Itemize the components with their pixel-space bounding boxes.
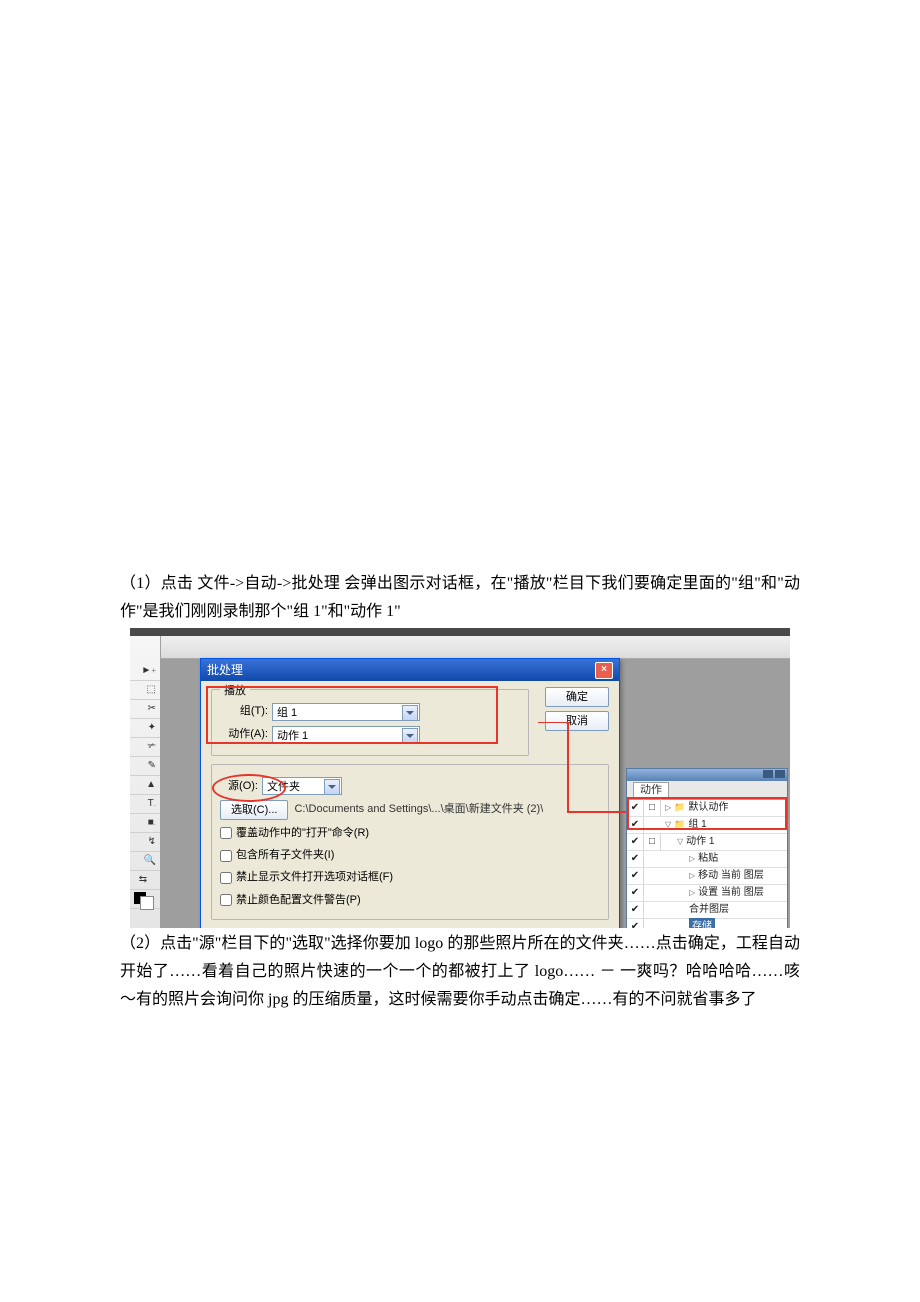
dialog-titlebar: 批处理 × xyxy=(201,659,619,681)
panel-topbar xyxy=(627,769,787,781)
group-select[interactable]: 组 1 xyxy=(272,703,420,721)
suppress-open-checkbox[interactable] xyxy=(220,872,232,884)
wand-tool-icon[interactable]: ✦ xyxy=(130,719,160,738)
zoom-tool-icon[interactable]: 🔍 xyxy=(130,852,160,871)
actions-list: ✔□▷📁默认动作✔▽📁组 1✔□▽动作 1✔▷粘贴✔▷移动 当前 图层✔▷设置 … xyxy=(627,800,787,928)
action-select[interactable]: 动作 1 xyxy=(272,726,420,744)
source-select[interactable]: 文件夹 xyxy=(262,777,342,795)
panel-tab[interactable]: 动作 xyxy=(627,781,787,800)
group-label: 组(T): xyxy=(220,702,268,721)
lasso-tool-icon[interactable]: ✂ xyxy=(130,700,160,719)
action-row[interactable]: ✔合并图层 xyxy=(627,902,787,919)
brush-tool-icon[interactable]: ✎ xyxy=(130,757,160,776)
dialog-title: 批处理 xyxy=(207,659,243,681)
include-sub-checkbox[interactable] xyxy=(220,850,232,862)
action-row[interactable]: ✔▷移动 当前 图层 xyxy=(627,868,787,885)
type-tool-icon[interactable]: T. xyxy=(130,795,160,814)
action-row[interactable]: ✔□▷📁默认动作 xyxy=(627,800,787,817)
include-sub-label: 包含所有子文件夹(I) xyxy=(236,846,334,865)
close-icon[interactable]: × xyxy=(595,662,613,679)
crop-tool-icon[interactable]: ✃ xyxy=(130,738,160,757)
screenshot: ►+ ⬚ ✂ ✦ ✃ ✎ ▲ T. ■. ↯ 🔍 ⇆ 批处理 × xyxy=(130,628,790,928)
override-open-checkbox[interactable] xyxy=(220,827,232,839)
suppress-color-checkbox[interactable] xyxy=(220,894,232,906)
action-row[interactable]: ✔□▽动作 1 xyxy=(627,834,787,851)
override-open-label: 覆盖动作中的"打开"命令(R) xyxy=(236,824,369,843)
action-row[interactable]: ✔▽📁组 1 xyxy=(627,817,787,834)
action-row[interactable]: ✔存储 xyxy=(627,919,787,928)
actions-panel: 动作 ✔□▷📁默认动作✔▽📁组 1✔□▽动作 1✔▷粘贴✔▷移动 当前 图层✔▷… xyxy=(626,768,788,928)
action-row[interactable]: ✔▷粘贴 xyxy=(627,851,787,868)
move-tool-icon[interactable]: ►+ xyxy=(130,662,160,681)
suppress-open-label: 禁止显示文件打开选项对话框(F) xyxy=(236,868,393,887)
paragraph-2: （2）点击"源"栏目下的"选取"选择你要加 logo 的那些照片所在的文件夹……… xyxy=(0,930,920,1014)
action-row[interactable]: ✔▷设置 当前 图层 xyxy=(627,885,787,902)
paragraph-1: （1）点击 文件->自动->批处理 会弹出图示对话框，在"播放"栏目下我们要确定… xyxy=(0,0,920,626)
suppress-color-label: 禁止颜色配置文件警告(P) xyxy=(236,891,361,910)
action-label: 动作(A): xyxy=(220,725,268,744)
fgbg-swatch-icon[interactable] xyxy=(130,890,160,909)
play-legend: 播放 xyxy=(220,682,250,701)
stamp-tool-icon[interactable]: ▲ xyxy=(130,776,160,795)
tool-palette: ►+ ⬚ ✂ ✦ ✃ ✎ ▲ T. ■. ↯ 🔍 ⇆ xyxy=(130,636,161,928)
shape-tool-icon[interactable]: ■. xyxy=(130,814,160,833)
ok-button[interactable]: 确定 xyxy=(545,687,609,707)
choose-button[interactable]: 选取(C)... xyxy=(220,800,288,820)
play-fieldset: 播放 组(T): 组 1 动作(A): 动作 1 xyxy=(211,689,529,756)
path-text: C:\Documents and Settings\...\桌面\新建文件夹 (… xyxy=(294,800,543,819)
batch-dialog: 批处理 × 确定 取消 播放 组(T): 组 1 动作(A): 动作 1 xyxy=(200,658,620,928)
app-options-bar xyxy=(160,636,790,659)
swap-colors-icon[interactable]: ⇆ xyxy=(130,871,160,890)
cancel-button[interactable]: 取消 xyxy=(545,711,609,731)
source-fieldset: 源(O): 文件夹 选取(C)... C:\Documents and Sett… xyxy=(211,764,609,920)
source-label: 源(O): xyxy=(220,777,258,796)
hand-tool-icon[interactable]: ↯ xyxy=(130,833,160,852)
app-menubar xyxy=(130,628,790,636)
marquee-tool-icon[interactable]: ⬚ xyxy=(130,681,160,700)
